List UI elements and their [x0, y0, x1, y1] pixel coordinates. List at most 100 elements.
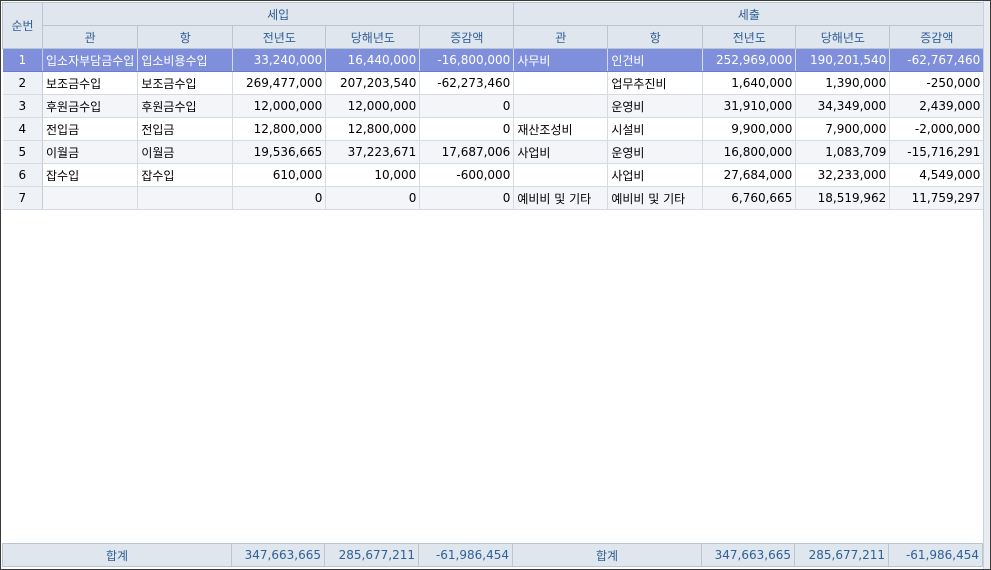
- cell-income-hang[interactable]: [137, 186, 234, 210]
- cell-expense-prev[interactable]: 16,800,000: [702, 140, 797, 164]
- cell-income-gwan[interactable]: 이월금: [42, 140, 139, 164]
- cell-seq[interactable]: 5: [2, 140, 43, 164]
- cell-expense-hang[interactable]: 사업비: [607, 163, 704, 187]
- cell-expense-hang[interactable]: 예비비 및 기타: [607, 186, 704, 210]
- cell-expense-gwan[interactable]: [513, 163, 609, 187]
- cell-expense-gwan[interactable]: [513, 71, 609, 95]
- col-header-seq[interactable]: 순번: [2, 2, 43, 49]
- table-row[interactable]: 6 잡수입 잡수입 610,000 10,000 -600,000 사업비 27…: [2, 163, 985, 187]
- cell-income-prev[interactable]: 0: [232, 186, 327, 210]
- table-row[interactable]: 5 이월금 이월금 19,536,665 37,223,671 17,687,0…: [2, 140, 985, 164]
- cell-expense-prev[interactable]: 6,760,665: [702, 186, 797, 210]
- cell-income-cur[interactable]: 37,223,671: [325, 140, 421, 164]
- cell-income-gwan[interactable]: 후원금수입: [42, 94, 139, 118]
- cell-income-prev[interactable]: 33,240,000: [232, 48, 327, 72]
- cell-income-prev[interactable]: 19,536,665: [232, 140, 327, 164]
- cell-income-diff[interactable]: 0: [419, 94, 515, 118]
- cell-income-prev[interactable]: 269,477,000: [232, 71, 327, 95]
- cell-income-diff[interactable]: -62,273,460: [419, 71, 515, 95]
- cell-income-gwan[interactable]: 전입금: [42, 117, 139, 141]
- cell-income-prev[interactable]: 610,000: [232, 163, 327, 187]
- col-header-income-diff[interactable]: 증감액: [419, 25, 515, 49]
- cell-income-cur[interactable]: 207,203,540: [325, 71, 421, 95]
- cell-income-cur[interactable]: 12,000,000: [325, 94, 421, 118]
- cell-expense-hang[interactable]: 운영비: [607, 94, 704, 118]
- cell-income-gwan[interactable]: [42, 186, 139, 210]
- cell-expense-gwan[interactable]: 사업비: [513, 140, 609, 164]
- vertical-scrollbar[interactable]: [983, 1, 990, 569]
- cell-seq[interactable]: 1: [2, 48, 43, 72]
- cell-expense-hang[interactable]: 인건비: [607, 48, 704, 72]
- cell-expense-cur[interactable]: 34,349,000: [795, 94, 891, 118]
- cell-seq[interactable]: 3: [2, 94, 43, 118]
- cell-expense-hang[interactable]: 운영비: [607, 140, 704, 164]
- cell-expense-gwan[interactable]: 사무비: [513, 48, 609, 72]
- table-row[interactable]: 1 입소자부담금수입 입소비용수입 33,240,000 16,440,000 …: [2, 48, 985, 72]
- cell-expense-cur[interactable]: 1,390,000: [795, 71, 891, 95]
- cell-expense-cur[interactable]: 7,900,000: [795, 117, 891, 141]
- cell-income-hang[interactable]: 입소비용수입: [137, 48, 234, 72]
- cell-expense-prev[interactable]: 27,684,000: [702, 163, 797, 187]
- cell-income-cur[interactable]: 10,000: [325, 163, 421, 187]
- table-row[interactable]: 2 보조금수입 보조금수입 269,477,000 207,203,540 -6…: [2, 71, 985, 95]
- cell-expense-prev[interactable]: 31,910,000: [702, 94, 797, 118]
- col-header-expense-diff[interactable]: 증감액: [889, 25, 985, 49]
- col-header-income-cur[interactable]: 당해년도: [325, 25, 421, 49]
- cell-expense-gwan[interactable]: [513, 94, 609, 118]
- cell-income-diff[interactable]: -600,000: [419, 163, 515, 187]
- cell-seq[interactable]: 6: [2, 163, 43, 187]
- cell-income-cur[interactable]: 12,800,000: [325, 117, 421, 141]
- cell-expense-diff[interactable]: -15,716,291: [889, 140, 985, 164]
- cell-income-gwan[interactable]: 잡수입: [42, 163, 139, 187]
- cell-income-hang[interactable]: 전입금: [137, 117, 234, 141]
- cell-income-hang[interactable]: 이월금: [137, 140, 234, 164]
- cell-income-diff[interactable]: 0: [419, 186, 515, 210]
- cell-income-diff[interactable]: 0: [419, 117, 515, 141]
- cell-expense-prev[interactable]: 252,969,000: [702, 48, 797, 72]
- cell-seq[interactable]: 7: [2, 186, 43, 210]
- table-row[interactable]: 3 후원금수입 후원금수입 12,000,000 12,000,000 0 운영…: [2, 94, 985, 118]
- totals-footer: 합계 347,663,665 285,677,211 -61,986,454 합…: [2, 543, 983, 567]
- budget-grid-window: 순번 세입 세출 관 항 전년도 당해년도 증감액 관 항 전년도 당해년도 증…: [0, 0, 991, 570]
- col-header-income-hang[interactable]: 항: [137, 25, 234, 49]
- cell-income-cur[interactable]: 16,440,000: [325, 48, 421, 72]
- col-header-expense-prev[interactable]: 전년도: [702, 25, 797, 49]
- cell-income-cur[interactable]: 0: [325, 186, 421, 210]
- cell-expense-cur[interactable]: 32,233,000: [795, 163, 891, 187]
- cell-expense-cur[interactable]: 1,083,709: [795, 140, 891, 164]
- table-row[interactable]: 7 0 0 0 예비비 및 기타 예비비 및 기타 6,760,665 18,5…: [2, 186, 985, 210]
- cell-income-gwan[interactable]: 입소자부담금수입: [42, 48, 139, 72]
- cell-expense-hang[interactable]: 시설비: [607, 117, 704, 141]
- cell-expense-diff[interactable]: 11,759,297: [889, 186, 985, 210]
- col-header-income-gwan[interactable]: 관: [41, 25, 139, 49]
- cell-expense-diff[interactable]: -250,000: [889, 71, 985, 95]
- cell-expense-diff[interactable]: 2,439,000: [889, 94, 985, 118]
- cell-expense-prev[interactable]: 9,900,000: [702, 117, 797, 141]
- expense-total-diff: -61,986,454: [888, 543, 983, 567]
- table-row[interactable]: 4 전입금 전입금 12,800,000 12,800,000 0 재산조성비 …: [2, 117, 985, 141]
- cell-expense-diff[interactable]: 4,549,000: [889, 163, 985, 187]
- cell-income-diff[interactable]: 17,687,006: [419, 140, 515, 164]
- cell-seq[interactable]: 4: [2, 117, 43, 141]
- cell-income-prev[interactable]: 12,000,000: [232, 94, 327, 118]
- cell-expense-diff[interactable]: -62,767,460: [889, 48, 985, 72]
- col-header-expense-cur[interactable]: 당해년도: [795, 25, 891, 49]
- cell-expense-gwan[interactable]: 재산조성비: [513, 117, 609, 141]
- col-header-expense-hang[interactable]: 항: [607, 25, 704, 49]
- cell-seq[interactable]: 2: [2, 71, 43, 95]
- income-total-cur: 285,677,211: [324, 543, 419, 567]
- cell-expense-cur[interactable]: 18,519,962: [795, 186, 891, 210]
- cell-expense-diff[interactable]: -2,000,000: [889, 117, 985, 141]
- cell-income-hang[interactable]: 잡수입: [137, 163, 234, 187]
- cell-income-hang[interactable]: 후원금수입: [137, 94, 234, 118]
- cell-income-prev[interactable]: 12,800,000: [232, 117, 327, 141]
- cell-income-hang[interactable]: 보조금수입: [137, 71, 234, 95]
- cell-expense-gwan[interactable]: 예비비 및 기타: [513, 186, 609, 210]
- col-header-expense-gwan[interactable]: 관: [513, 25, 609, 49]
- cell-expense-hang[interactable]: 업무추진비: [607, 71, 704, 95]
- cell-income-gwan[interactable]: 보조금수입: [42, 71, 139, 95]
- cell-expense-prev[interactable]: 1,640,000: [702, 71, 797, 95]
- cell-income-diff[interactable]: -16,800,000: [419, 48, 515, 72]
- cell-expense-cur[interactable]: 190,201,540: [795, 48, 891, 72]
- col-header-income-prev[interactable]: 전년도: [232, 25, 327, 49]
